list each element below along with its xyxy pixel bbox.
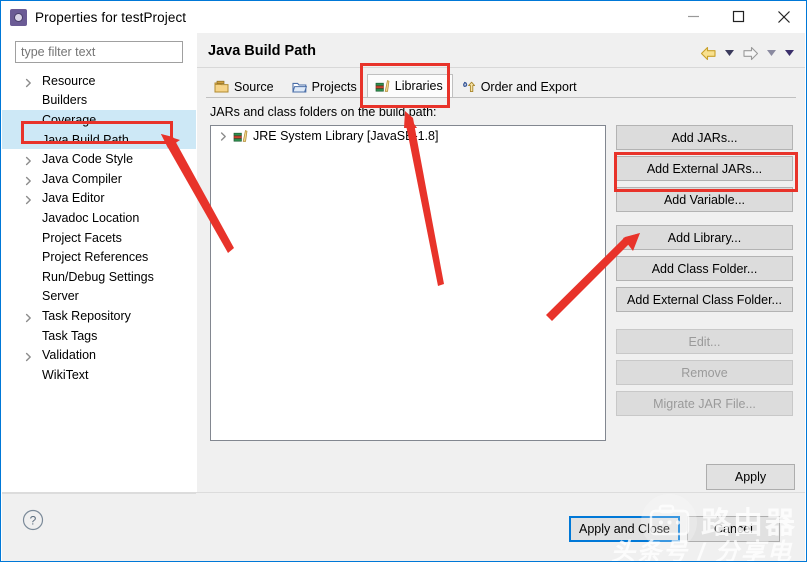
sidebar-item-resource[interactable]: Resource (2, 71, 196, 91)
tab-source[interactable]: Source (206, 74, 284, 98)
properties-gear-icon (10, 8, 27, 26)
settings-sidebar: Resource Builders Coverage Java Build Path J… (2, 33, 196, 530)
sidebar-item-java-editor[interactable]: Java Editor (2, 189, 196, 209)
sidebar-item-project-references[interactable]: Project References (2, 247, 196, 267)
add-library-button[interactable]: Add Library... (616, 225, 793, 250)
settings-tree[interactable]: Resource Builders Coverage Java Build Path J… (2, 69, 196, 530)
tab-order-and-export[interactable]: Order and Export (453, 74, 587, 98)
settings-detail-pane: Java Build Path Source Projects Librarie… (197, 33, 805, 530)
close-button[interactable] (761, 1, 806, 32)
forward-button[interactable] (739, 43, 761, 63)
projects-folder-icon (291, 80, 307, 94)
sidebar-item-javadoc-location[interactable]: Javadoc Location (2, 208, 196, 228)
list-item[interactable]: JRE System Library [JavaSE-1.8] (211, 126, 605, 146)
sidebar-item-task-tags[interactable]: Task Tags (2, 326, 196, 346)
sidebar-item-label: Builders (42, 93, 88, 108)
sidebar-item-builders[interactable]: Builders (2, 91, 196, 111)
sidebar-item-server[interactable]: Server (2, 287, 196, 307)
sidebar-item-label: Java Code Style (42, 152, 134, 167)
add-external-jars-button[interactable]: Add External JARs... (616, 156, 793, 181)
chevron-right-icon[interactable] (24, 311, 33, 323)
sidebar-item-java-build-path[interactable]: Java Build Path (2, 129, 196, 150)
sidebar-item-label: Resource (42, 73, 96, 88)
chevron-right-icon[interactable] (219, 131, 229, 141)
add-external-class-folder-button[interactable]: Add External Class Folder... (616, 287, 793, 312)
sidebar-item-label: Project References (42, 250, 149, 265)
sidebar-item-task-repository[interactable]: Task Repository (2, 306, 196, 326)
navigation-buttons (697, 43, 797, 63)
chevron-right-icon[interactable] (24, 155, 33, 166)
dialog-footer: ? Apply and Close Cancei (2, 492, 805, 561)
sidebar-item-label: Validation (42, 348, 96, 363)
footer-separator (2, 493, 196, 494)
add-variable-button[interactable]: Add Variable... (616, 187, 793, 212)
filter-input[interactable] (15, 41, 183, 63)
window-controls (671, 1, 806, 32)
svg-text:?: ? (30, 514, 37, 528)
cancel-button[interactable]: Cancei (687, 516, 780, 542)
build-path-action-buttons: Add JARs... Add External JARs... Add Varia… (616, 125, 794, 422)
maximize-button[interactable] (716, 1, 761, 32)
view-menu-chevron-down-icon[interactable] (781, 43, 797, 63)
sidebar-item-label: Run/Debug Settings (42, 269, 154, 284)
list-item-label: JRE System Library [JavaSE-1.8] (253, 129, 439, 143)
add-class-folder-button[interactable]: Add Class Folder... (616, 256, 793, 281)
build-path-tabs[interactable]: Source Projects Libraries Order and Export (206, 73, 805, 98)
sidebar-item-validation[interactable]: Validation (2, 345, 196, 365)
tab-label: Projects (311, 79, 357, 94)
title-separator (197, 67, 805, 68)
sidebar-item-run-debug-settings[interactable]: Run/Debug Settings (2, 267, 196, 287)
properties-dialog: Properties for testProject Resource Build… (0, 0, 807, 562)
sidebar-item-label: Project Facets (42, 230, 122, 245)
back-dropdown-chevron-down-icon[interactable] (721, 43, 737, 63)
books-icon (233, 129, 248, 143)
tab-projects[interactable]: Projects (284, 74, 367, 98)
chevron-right-icon[interactable] (24, 174, 33, 185)
sidebar-item-label: Javadoc Location (42, 210, 140, 225)
forward-dropdown-chevron-down-icon[interactable] (763, 43, 779, 63)
title-bar: Properties for testProject (1, 1, 806, 33)
sidebar-item-label: Java Build Path (42, 132, 129, 147)
tab-label: Source (234, 79, 274, 94)
window-title: Properties for testProject (35, 9, 187, 25)
tab-underline (206, 97, 796, 98)
sidebar-item-label: WikiText (42, 367, 89, 382)
migrate-jar-file-button: Migrate JAR File... (616, 391, 793, 416)
sidebar-item-coverage[interactable]: Coverage (2, 110, 196, 130)
question-mark-icon[interactable]: ? (22, 509, 44, 531)
build-path-entries-list[interactable]: JRE System Library [JavaSE-1.8] (210, 125, 606, 441)
apply-button[interactable]: Apply (706, 464, 795, 490)
sidebar-item-project-facets[interactable]: Project Facets (2, 228, 196, 248)
source-folder-icon (214, 80, 229, 94)
remove-button: Remove (616, 360, 793, 385)
chevron-right-icon[interactable] (24, 351, 33, 362)
tab-label: Order and Export (480, 79, 577, 94)
sidebar-item-label: Java Editor (42, 191, 105, 206)
chevron-right-icon[interactable] (24, 76, 33, 87)
sidebar-item-label: Java Compiler (42, 171, 122, 186)
books-icon (375, 79, 390, 93)
apply-and-close-button[interactable]: Apply and Close (569, 516, 680, 542)
tab-label: Libraries (394, 79, 443, 93)
jars-description: JARs and class folders on the build path… (210, 105, 437, 119)
back-button[interactable] (697, 43, 719, 63)
sidebar-item-label: Server (42, 289, 79, 304)
add-jars-button[interactable]: Add JARs... (616, 125, 793, 150)
minimize-button[interactable] (671, 1, 716, 32)
chevron-right-icon[interactable] (24, 194, 33, 205)
tab-libraries[interactable]: Libraries (366, 74, 453, 98)
order-export-icon (461, 80, 476, 94)
sidebar-item-label: Task Repository (42, 308, 131, 323)
sidebar-item-java-code-style[interactable]: Java Code Style (2, 149, 196, 169)
sidebar-item-label: Task Tags (42, 328, 98, 343)
sidebar-item-wikitext[interactable]: WikiText (2, 365, 196, 385)
edit-button: Edit... (616, 329, 793, 354)
sidebar-item-java-compiler[interactable]: Java Compiler (2, 169, 196, 189)
page-title: Java Build Path (208, 43, 316, 59)
sidebar-item-label: Coverage (42, 112, 97, 127)
